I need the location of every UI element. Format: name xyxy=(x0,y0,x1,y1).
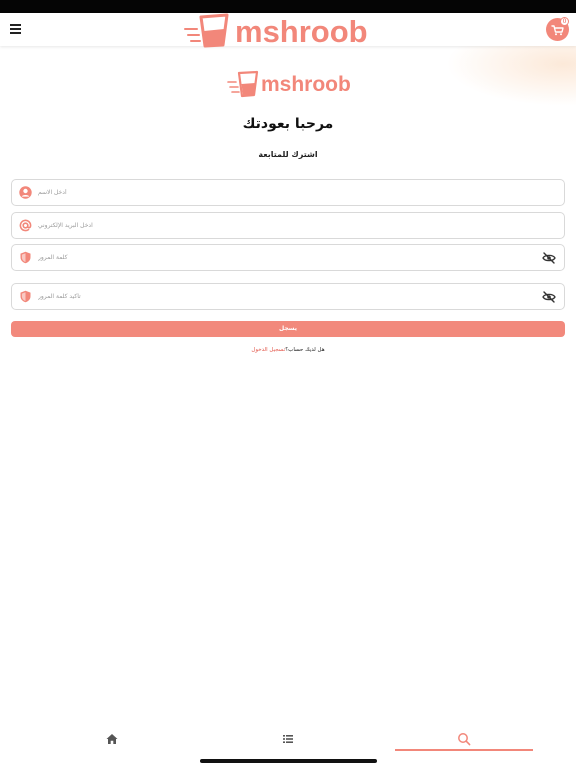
list-icon[interactable] xyxy=(281,732,295,746)
top-app-bar: mshroob 0 xyxy=(0,13,576,48)
signin-prompt: هل لديك حساب؟تسجيل الدخول xyxy=(0,347,576,353)
password-input[interactable] xyxy=(38,245,518,270)
confirm-password-field[interactable] xyxy=(11,283,565,310)
cart-button[interactable]: 0 xyxy=(546,17,569,41)
email-input[interactable] xyxy=(38,213,518,238)
header-logo-text: mshroob xyxy=(235,14,368,48)
header-logo: mshroob xyxy=(184,13,368,48)
signin-question: هل لديك حساب؟ xyxy=(285,347,325,353)
brand-logo-text: mshroob xyxy=(261,73,351,96)
name-field[interactable] xyxy=(11,179,565,206)
register-button[interactable]: يسجل xyxy=(11,321,565,337)
signin-link[interactable]: تسجيل الدخول xyxy=(251,347,285,353)
bottom-navigation xyxy=(0,726,576,754)
user-icon xyxy=(19,186,32,199)
eye-off-icon[interactable] xyxy=(542,291,556,303)
shield-icon xyxy=(20,251,31,264)
active-tab-indicator xyxy=(395,749,533,751)
email-field[interactable] xyxy=(11,212,565,239)
shield-icon xyxy=(20,290,31,303)
password-field[interactable] xyxy=(11,244,565,271)
hamburger-menu-icon[interactable] xyxy=(8,22,24,36)
page-title: مرحبا بعودتك xyxy=(242,116,334,132)
home-indicator xyxy=(200,759,377,763)
search-icon[interactable] xyxy=(457,732,471,746)
decorative-glow xyxy=(446,46,576,106)
at-sign-icon xyxy=(19,219,32,232)
status-bar xyxy=(0,0,576,13)
home-icon[interactable] xyxy=(105,732,119,746)
cart-count-badge: 0 xyxy=(560,17,569,26)
confirm-password-input[interactable] xyxy=(38,284,518,309)
brand-logo: mshroob xyxy=(227,70,351,98)
page-subtitle: اشترك للمتابعة xyxy=(258,150,318,159)
eye-off-icon[interactable] xyxy=(542,252,556,264)
name-input[interactable] xyxy=(38,180,518,205)
